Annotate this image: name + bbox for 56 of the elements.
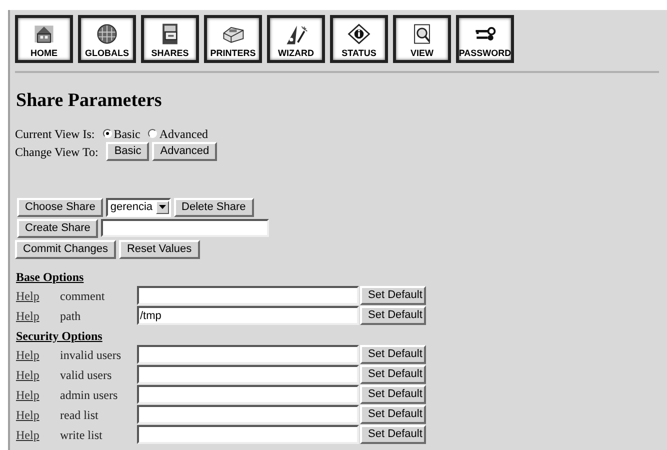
radio-button[interactable]: [102, 129, 112, 138]
info-icon: [346, 21, 372, 47]
parameter-name: write list: [60, 426, 104, 444]
section-heading: Security Options: [15, 328, 104, 344]
set-default-button[interactable]: Set Default: [360, 345, 426, 364]
set-default-button[interactable]: Set Default: [360, 306, 426, 325]
share-dropdown[interactable]: gerencia: [106, 198, 171, 216]
parameter-name: invalid users: [60, 346, 122, 364]
commit-changes-button[interactable]: Commit Changes: [15, 240, 116, 258]
help-link[interactable]: Help: [16, 286, 60, 304]
radio-button[interactable]: [148, 129, 158, 138]
toolbar-button[interactable]: HOME: [15, 15, 73, 63]
delete-share-button[interactable]: Delete Share: [174, 198, 254, 216]
share-name-field[interactable]: [101, 219, 270, 237]
create-share-button[interactable]: Create Share: [17, 218, 98, 238]
set-default-button[interactable]: Set Default: [360, 365, 426, 384]
parameter-field[interactable]: [137, 365, 359, 384]
toolbar-button[interactable]: PASSWORD: [456, 15, 514, 63]
page-title: Share Parameters: [15, 89, 163, 113]
set-default-button[interactable]: Set Default: [360, 425, 426, 444]
change-view-button[interactable]: Advanced: [152, 142, 218, 161]
parameter-field[interactable]: [137, 425, 359, 444]
parameter-name: path: [60, 308, 82, 324]
help-link[interactable]: Help: [16, 386, 60, 404]
toolbar-button[interactable]: VIEW: [393, 15, 451, 63]
set-default-button[interactable]: Set Default: [360, 286, 426, 305]
radio-label: Basic: [114, 126, 140, 142]
set-default-button[interactable]: Set Default: [360, 385, 426, 404]
set-default-button[interactable]: Set Default: [360, 405, 426, 424]
radio-label: Advanced: [159, 126, 208, 142]
parameter-name: valid users: [60, 366, 113, 384]
help-link[interactable]: Help: [16, 426, 60, 444]
parameter-field[interactable]: [137, 385, 359, 404]
help-link[interactable]: Help: [16, 346, 60, 364]
reset-values-button[interactable]: Reset Values: [118, 240, 200, 258]
parameter-field[interactable]: [137, 345, 359, 364]
toolbar-button[interactable]: SHARES: [141, 15, 199, 63]
help-link[interactable]: Help: [16, 366, 60, 384]
parameter-name: comment: [60, 288, 106, 304]
view-label: Current View Is:: [15, 126, 95, 142]
help-link[interactable]: Help: [16, 306, 60, 324]
toolbar-button[interactable]: PRINTERS: [204, 15, 262, 63]
help-link[interactable]: Help: [16, 406, 60, 424]
parameter-name: read list: [60, 406, 100, 424]
parameter-field[interactable]: [137, 405, 359, 424]
view-label: Change View To:: [15, 144, 98, 160]
parameter-field[interactable]: [137, 286, 359, 305]
choose-share-button[interactable]: Choose Share: [17, 198, 104, 216]
change-view-button[interactable]: Basic: [106, 142, 150, 161]
dropdown-arrow-icon: [158, 205, 166, 209]
toolbar-button[interactable]: WIZARD: [267, 15, 325, 63]
toolbar-button[interactable]: STATUS: [330, 15, 388, 63]
section-heading: Base Options: [15, 268, 85, 286]
parameter-field[interactable]: /tmp: [137, 306, 359, 325]
toolbar-button[interactable]: GLOBALS: [78, 15, 136, 63]
parameter-name: admin users: [60, 386, 119, 404]
